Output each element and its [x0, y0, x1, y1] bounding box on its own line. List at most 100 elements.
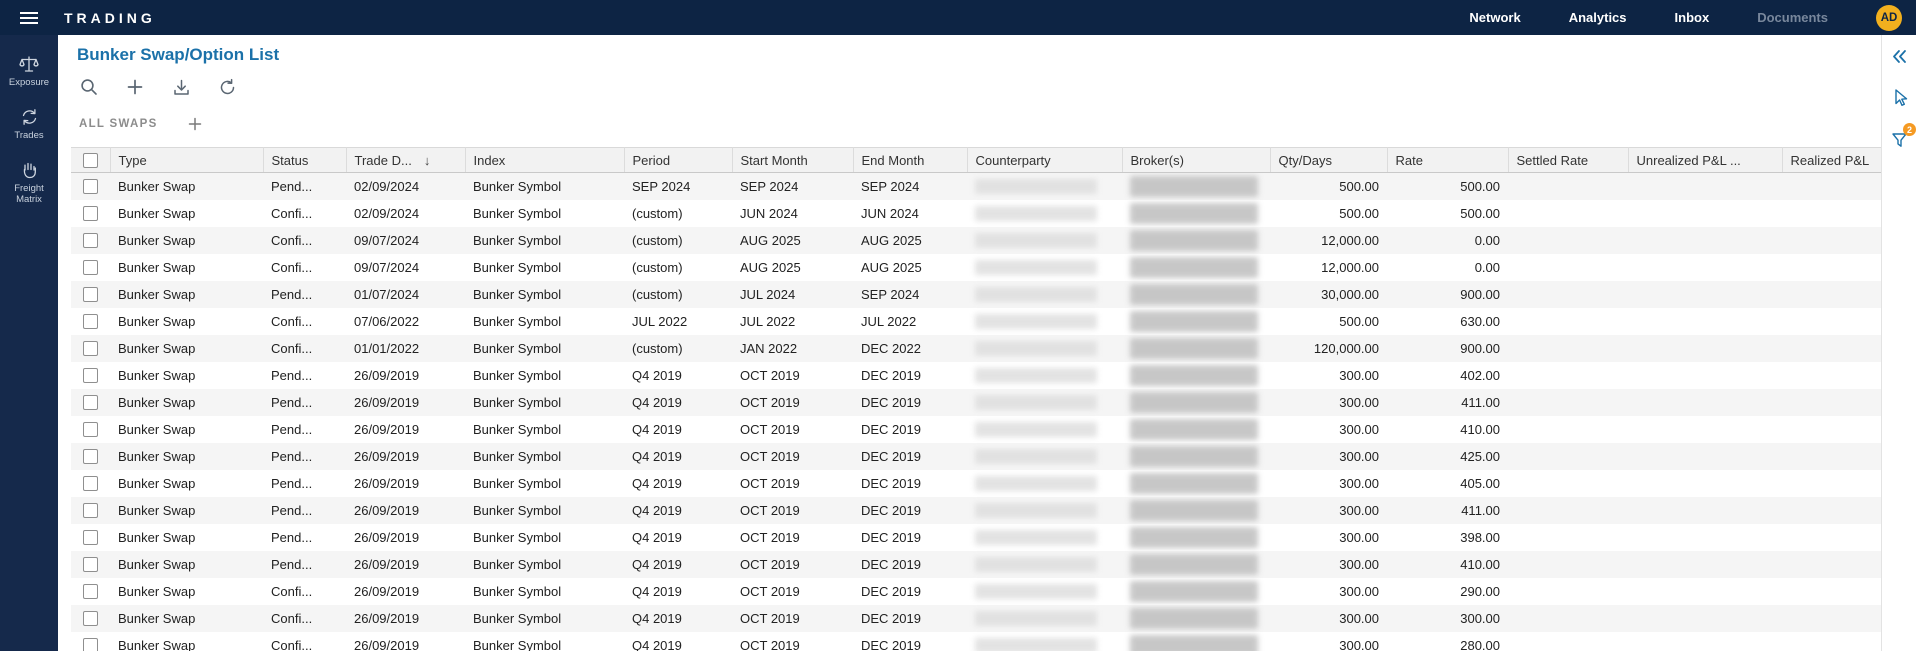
cell-unrealized-pl [1628, 389, 1782, 416]
table-row[interactable]: Bunker Swap Confi... 26/09/2019 Bunker S… [71, 578, 1881, 605]
select-all-checkbox[interactable] [83, 153, 98, 168]
row-checkbox[interactable] [83, 260, 98, 275]
table-row[interactable]: Bunker Swap Confi... 07/06/2022 Bunker S… [71, 308, 1881, 335]
cell-index: Bunker Symbol [465, 443, 624, 470]
nav-item-documents[interactable]: Documents [1757, 10, 1828, 25]
table-row[interactable]: Bunker Swap Pend... 02/09/2024 Bunker Sy… [71, 173, 1881, 200]
reset-icon[interactable] [216, 76, 238, 98]
cell-end-month: DEC 2019 [853, 578, 967, 605]
cell-rate: 500.00 [1387, 200, 1508, 227]
cell-counterparty [967, 470, 1122, 497]
row-checkbox[interactable] [83, 584, 98, 599]
cell-realized-pl [1782, 416, 1881, 443]
redacted-brokers [1130, 635, 1258, 651]
row-checkbox[interactable] [83, 503, 98, 518]
row-checkbox[interactable] [83, 287, 98, 302]
tab-all-swaps[interactable]: ALL SWAPS [79, 118, 158, 130]
column-header-qty-days[interactable]: Qty/Days [1270, 148, 1387, 173]
add-view-icon[interactable] [186, 115, 204, 133]
collapse-panel-icon[interactable] [1888, 45, 1910, 67]
column-header-trade-date[interactable]: Trade D...↓ [346, 148, 465, 173]
table-row[interactable]: Bunker Swap Pend... 26/09/2019 Bunker Sy… [71, 389, 1881, 416]
row-checkbox[interactable] [83, 233, 98, 248]
row-checkbox[interactable] [83, 422, 98, 437]
row-checkbox[interactable] [83, 368, 98, 383]
table-row[interactable]: Bunker Swap Pend... 26/09/2019 Bunker Sy… [71, 443, 1881, 470]
table-row[interactable]: Bunker Swap Pend... 26/09/2019 Bunker Sy… [71, 524, 1881, 551]
row-checkbox[interactable] [83, 206, 98, 221]
column-header-end-month[interactable]: End Month [853, 148, 967, 173]
sidebar-item-trades[interactable]: Trades [0, 98, 58, 151]
nav-item-network[interactable]: Network [1469, 10, 1520, 25]
cell-realized-pl [1782, 578, 1881, 605]
nav-item-inbox[interactable]: Inbox [1675, 10, 1710, 25]
cell-trade-date: 26/09/2019 [346, 416, 465, 443]
table-row[interactable]: Bunker Swap Confi... 26/09/2019 Bunker S… [71, 632, 1881, 651]
sidebar-item-label: Trades [14, 131, 43, 142]
cell-trade-date: 02/09/2024 [346, 173, 465, 200]
table-row[interactable]: Bunker Swap Pend... 26/09/2019 Bunker Sy… [71, 497, 1881, 524]
row-checkbox[interactable] [83, 530, 98, 545]
column-header-type[interactable]: Type [110, 148, 263, 173]
cell-qty-days: 300.00 [1270, 389, 1387, 416]
column-header-status[interactable]: Status [263, 148, 346, 173]
column-header-index[interactable]: Index [465, 148, 624, 173]
hamburger-menu-icon[interactable] [0, 0, 58, 35]
cell-settled-rate [1508, 497, 1628, 524]
cell-status: Confi... [263, 308, 346, 335]
table-row[interactable]: Bunker Swap Pend... 26/09/2019 Bunker Sy… [71, 416, 1881, 443]
cell-status: Pend... [263, 524, 346, 551]
table-row[interactable]: Bunker Swap Confi... 26/09/2019 Bunker S… [71, 605, 1881, 632]
cell-counterparty [967, 632, 1122, 651]
table-row[interactable]: Bunker Swap Confi... 09/07/2024 Bunker S… [71, 227, 1881, 254]
row-checkbox[interactable] [83, 314, 98, 329]
row-checkbox[interactable] [83, 179, 98, 194]
filter-icon[interactable]: 2 [1888, 129, 1910, 151]
table-row[interactable]: Bunker Swap Confi... 09/07/2024 Bunker S… [71, 254, 1881, 281]
column-header-settled-rate[interactable]: Settled Rate [1508, 148, 1628, 173]
cell-unrealized-pl [1628, 632, 1782, 651]
cell-start-month: OCT 2019 [732, 470, 853, 497]
user-avatar[interactable]: AD [1876, 5, 1902, 31]
sidebar-item-exposure[interactable]: Exposure [0, 45, 58, 98]
table-row[interactable]: Bunker Swap Confi... 01/01/2022 Bunker S… [71, 335, 1881, 362]
column-header-start-month[interactable]: Start Month [732, 148, 853, 173]
row-checkbox-cell [71, 443, 110, 470]
export-icon[interactable] [170, 76, 192, 98]
cell-trade-date: 26/09/2019 [346, 605, 465, 632]
table-row[interactable]: Bunker Swap Confi... 02/09/2024 Bunker S… [71, 200, 1881, 227]
column-header-realized-pl[interactable]: Realized P&L [1782, 148, 1881, 173]
row-checkbox[interactable] [83, 395, 98, 410]
cell-type: Bunker Swap [110, 254, 263, 281]
search-icon[interactable] [78, 76, 100, 98]
cell-qty-days: 300.00 [1270, 470, 1387, 497]
table-row[interactable]: Bunker Swap Pend... 26/09/2019 Bunker Sy… [71, 362, 1881, 389]
row-checkbox[interactable] [83, 611, 98, 626]
column-header-period[interactable]: Period [624, 148, 732, 173]
cell-type: Bunker Swap [110, 335, 263, 362]
column-header-rate[interactable]: Rate [1387, 148, 1508, 173]
row-checkbox[interactable] [83, 341, 98, 356]
row-checkbox[interactable] [83, 449, 98, 464]
table-row[interactable]: Bunker Swap Pend... 01/07/2024 Bunker Sy… [71, 281, 1881, 308]
cell-unrealized-pl [1628, 443, 1782, 470]
redacted-counterparty [975, 206, 1097, 221]
cell-realized-pl [1782, 200, 1881, 227]
cell-start-month: OCT 2019 [732, 578, 853, 605]
add-icon[interactable] [124, 76, 146, 98]
sidebar-item-freight-matrix[interactable]: Freight Matrix [0, 151, 58, 215]
table-row[interactable]: Bunker Swap Pend... 26/09/2019 Bunker Sy… [71, 470, 1881, 497]
pointer-select-icon[interactable] [1888, 87, 1910, 109]
nav-item-analytics[interactable]: Analytics [1569, 10, 1627, 25]
row-checkbox[interactable] [83, 476, 98, 491]
cell-brokers [1122, 308, 1270, 335]
column-header-brokers[interactable]: Broker(s) [1122, 148, 1270, 173]
column-header-counterparty[interactable]: Counterparty [967, 148, 1122, 173]
table-row[interactable]: Bunker Swap Pend... 26/09/2019 Bunker Sy… [71, 551, 1881, 578]
row-checkbox[interactable] [83, 557, 98, 572]
redacted-brokers [1130, 176, 1258, 197]
cell-status: Pend... [263, 470, 346, 497]
redacted-counterparty [975, 530, 1097, 545]
row-checkbox[interactable] [83, 638, 98, 651]
column-header-unrealized-pl[interactable]: Unrealized P&L ... [1628, 148, 1782, 173]
